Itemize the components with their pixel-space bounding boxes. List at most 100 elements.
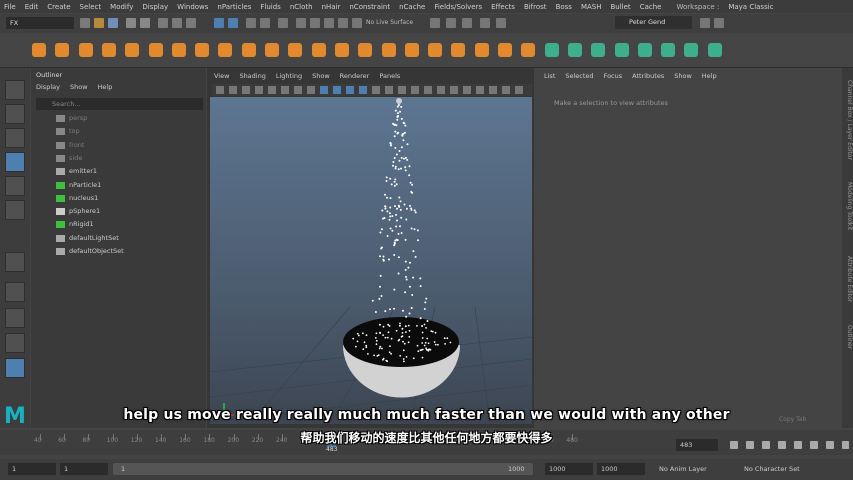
shelf-poly-cone-icon[interactable] [334,43,349,57]
viewport-tool-8-icon[interactable] [320,86,328,94]
last-tool-icon[interactable] [5,252,25,272]
modeling-toolkit-tab[interactable]: Modeling Toolkit [843,182,853,230]
shelf-svg-icon[interactable] [241,43,256,57]
viewport-tool-22-icon[interactable] [502,86,510,94]
viewport-tool-11-icon[interactable] [359,86,367,94]
outliner-tab[interactable]: Outliner [36,71,74,81]
shelf-target-weld-icon[interactable] [498,43,512,57]
two-view-layout-icon[interactable] [5,333,25,353]
viewport-tool-5-icon[interactable] [281,86,289,94]
perspective-viewport[interactable] [210,97,532,424]
outliner-item[interactable]: nRigid1 [56,219,94,230]
outliner-item[interactable]: side [56,153,82,164]
attr-menu-help[interactable]: Help [702,72,717,82]
menu-bullet[interactable]: Bullet [611,3,631,11]
viewport-tool-17-icon[interactable] [437,86,445,94]
shelf-bridge-icon[interactable] [428,43,443,57]
sidebar-toggle-icon[interactable] [480,18,490,28]
menu-file[interactable]: File [4,3,16,11]
user-account-dropdown[interactable]: Peter Gend [615,16,692,29]
viewport-tool-13-icon[interactable] [385,86,393,94]
menu-create[interactable]: Create [47,3,70,11]
viewport-tool-3-icon[interactable] [255,86,263,94]
range-slider-bar[interactable] [113,463,533,475]
viewport-tool-9-icon[interactable] [333,86,341,94]
shelf-quad-draw-icon[interactable] [707,43,722,57]
anim-layer-dropdown[interactable]: No Anim Layer [659,463,707,475]
viewport-tool-14-icon[interactable] [398,86,406,94]
outliner-item[interactable]: nucleus1 [56,193,98,204]
render-view-icon[interactable] [296,18,306,28]
menu-modify[interactable]: Modify [110,3,133,11]
outliner-item[interactable]: persp [56,113,87,124]
viewport-tool-20-icon[interactable] [476,86,484,94]
menu-bifrost[interactable]: Bifrost [524,3,547,11]
menu-effects[interactable]: Effects [491,3,515,11]
history-icon[interactable] [278,18,288,28]
channel-box-tab[interactable]: Channel Box / Layer Editor [843,80,853,160]
outliner-item[interactable]: front [56,140,84,151]
viewport-tool-0-icon[interactable] [216,86,224,94]
snap-point-icon[interactable] [246,18,256,28]
shelf-pipe-icon[interactable] [195,43,210,57]
select-object-icon[interactable] [172,18,182,28]
render-frame-icon[interactable] [310,18,320,28]
paint-select-tool-icon[interactable] [5,128,25,148]
outliner-side-tab[interactable]: Outliner [843,325,853,349]
hypershade-icon[interactable] [352,18,362,28]
shelf-cone-icon[interactable] [101,43,116,57]
playback-start-field[interactable]: 1 [60,463,108,475]
camera-icon[interactable] [446,18,456,28]
attribute-editor-tab[interactable]: Attribute Editor [843,256,853,302]
new-scene-icon[interactable] [80,18,90,28]
shelf-cube-icon[interactable] [55,43,70,57]
outliner-menu-help[interactable]: Help [98,83,113,93]
shelf-sphere-icon[interactable] [32,43,46,57]
viewport-menu-view[interactable]: View [214,72,229,82]
shelf-poly-cylinder-icon[interactable] [311,43,326,57]
shelf-disc-icon[interactable] [171,43,186,57]
select-tool-icon[interactable] [5,80,25,100]
outliner-menu-show[interactable]: Show [70,83,88,93]
outliner-item[interactable]: defaultObjectSet [56,246,124,257]
shelf-harden-edge-icon[interactable] [637,43,652,57]
open-scene-icon[interactable] [94,18,104,28]
select-hierarchy-icon[interactable] [158,18,168,28]
lasso-tool-icon[interactable] [5,104,25,124]
attr-menu-selected[interactable]: Selected [565,72,593,82]
select-component-icon[interactable] [186,18,196,28]
start-time-field[interactable]: 1 [8,463,56,475]
menu-mash[interactable]: MASH [581,3,602,11]
shelf-retopo-icon[interactable] [684,43,699,57]
outliner-item[interactable]: nParticle1 [56,180,101,191]
playback-end-field[interactable]: 1000 [545,463,593,475]
live-surface-label[interactable]: No Live Surface [366,17,424,29]
menu-fields-solvers[interactable]: Fields/Solvers [434,3,482,11]
shelf-boolean-icon[interactable] [591,43,606,57]
undo-icon[interactable] [126,18,136,28]
move-tool-icon[interactable] [5,152,25,172]
shelf-soften-edge-icon[interactable] [614,43,629,57]
outliner-item[interactable]: emitter1 [56,166,97,177]
redo-icon[interactable] [140,18,150,28]
menu-windows[interactable]: Windows [177,3,208,11]
viewport-menu-panels[interactable]: Panels [379,72,400,82]
outliner-menu-display[interactable]: Display [36,83,60,93]
menu-cache[interactable]: Cache [640,3,662,11]
viewport-tool-4-icon[interactable] [268,86,276,94]
viewport-tool-15-icon[interactable] [411,86,419,94]
viewport-tool-6-icon[interactable] [294,86,302,94]
viewport-tool-18-icon[interactable] [450,86,458,94]
shelf-type-icon[interactable] [218,43,233,57]
viewport-menu-lighting[interactable]: Lighting [276,72,302,82]
viewport-tool-19-icon[interactable] [463,86,471,94]
menu-set-dropdown[interactable]: FX [6,17,74,29]
menu-nhair[interactable]: nHair [322,3,341,11]
rotate-tool-icon[interactable] [5,176,25,196]
scale-tool-icon[interactable] [5,200,25,220]
menu-ncloth[interactable]: nCloth [290,3,313,11]
shelf-plane-icon[interactable] [148,43,163,57]
attr-menu-attributes[interactable]: Attributes [632,72,664,82]
menu-display[interactable]: Display [142,3,168,11]
viewport-tool-23-icon[interactable] [515,86,523,94]
